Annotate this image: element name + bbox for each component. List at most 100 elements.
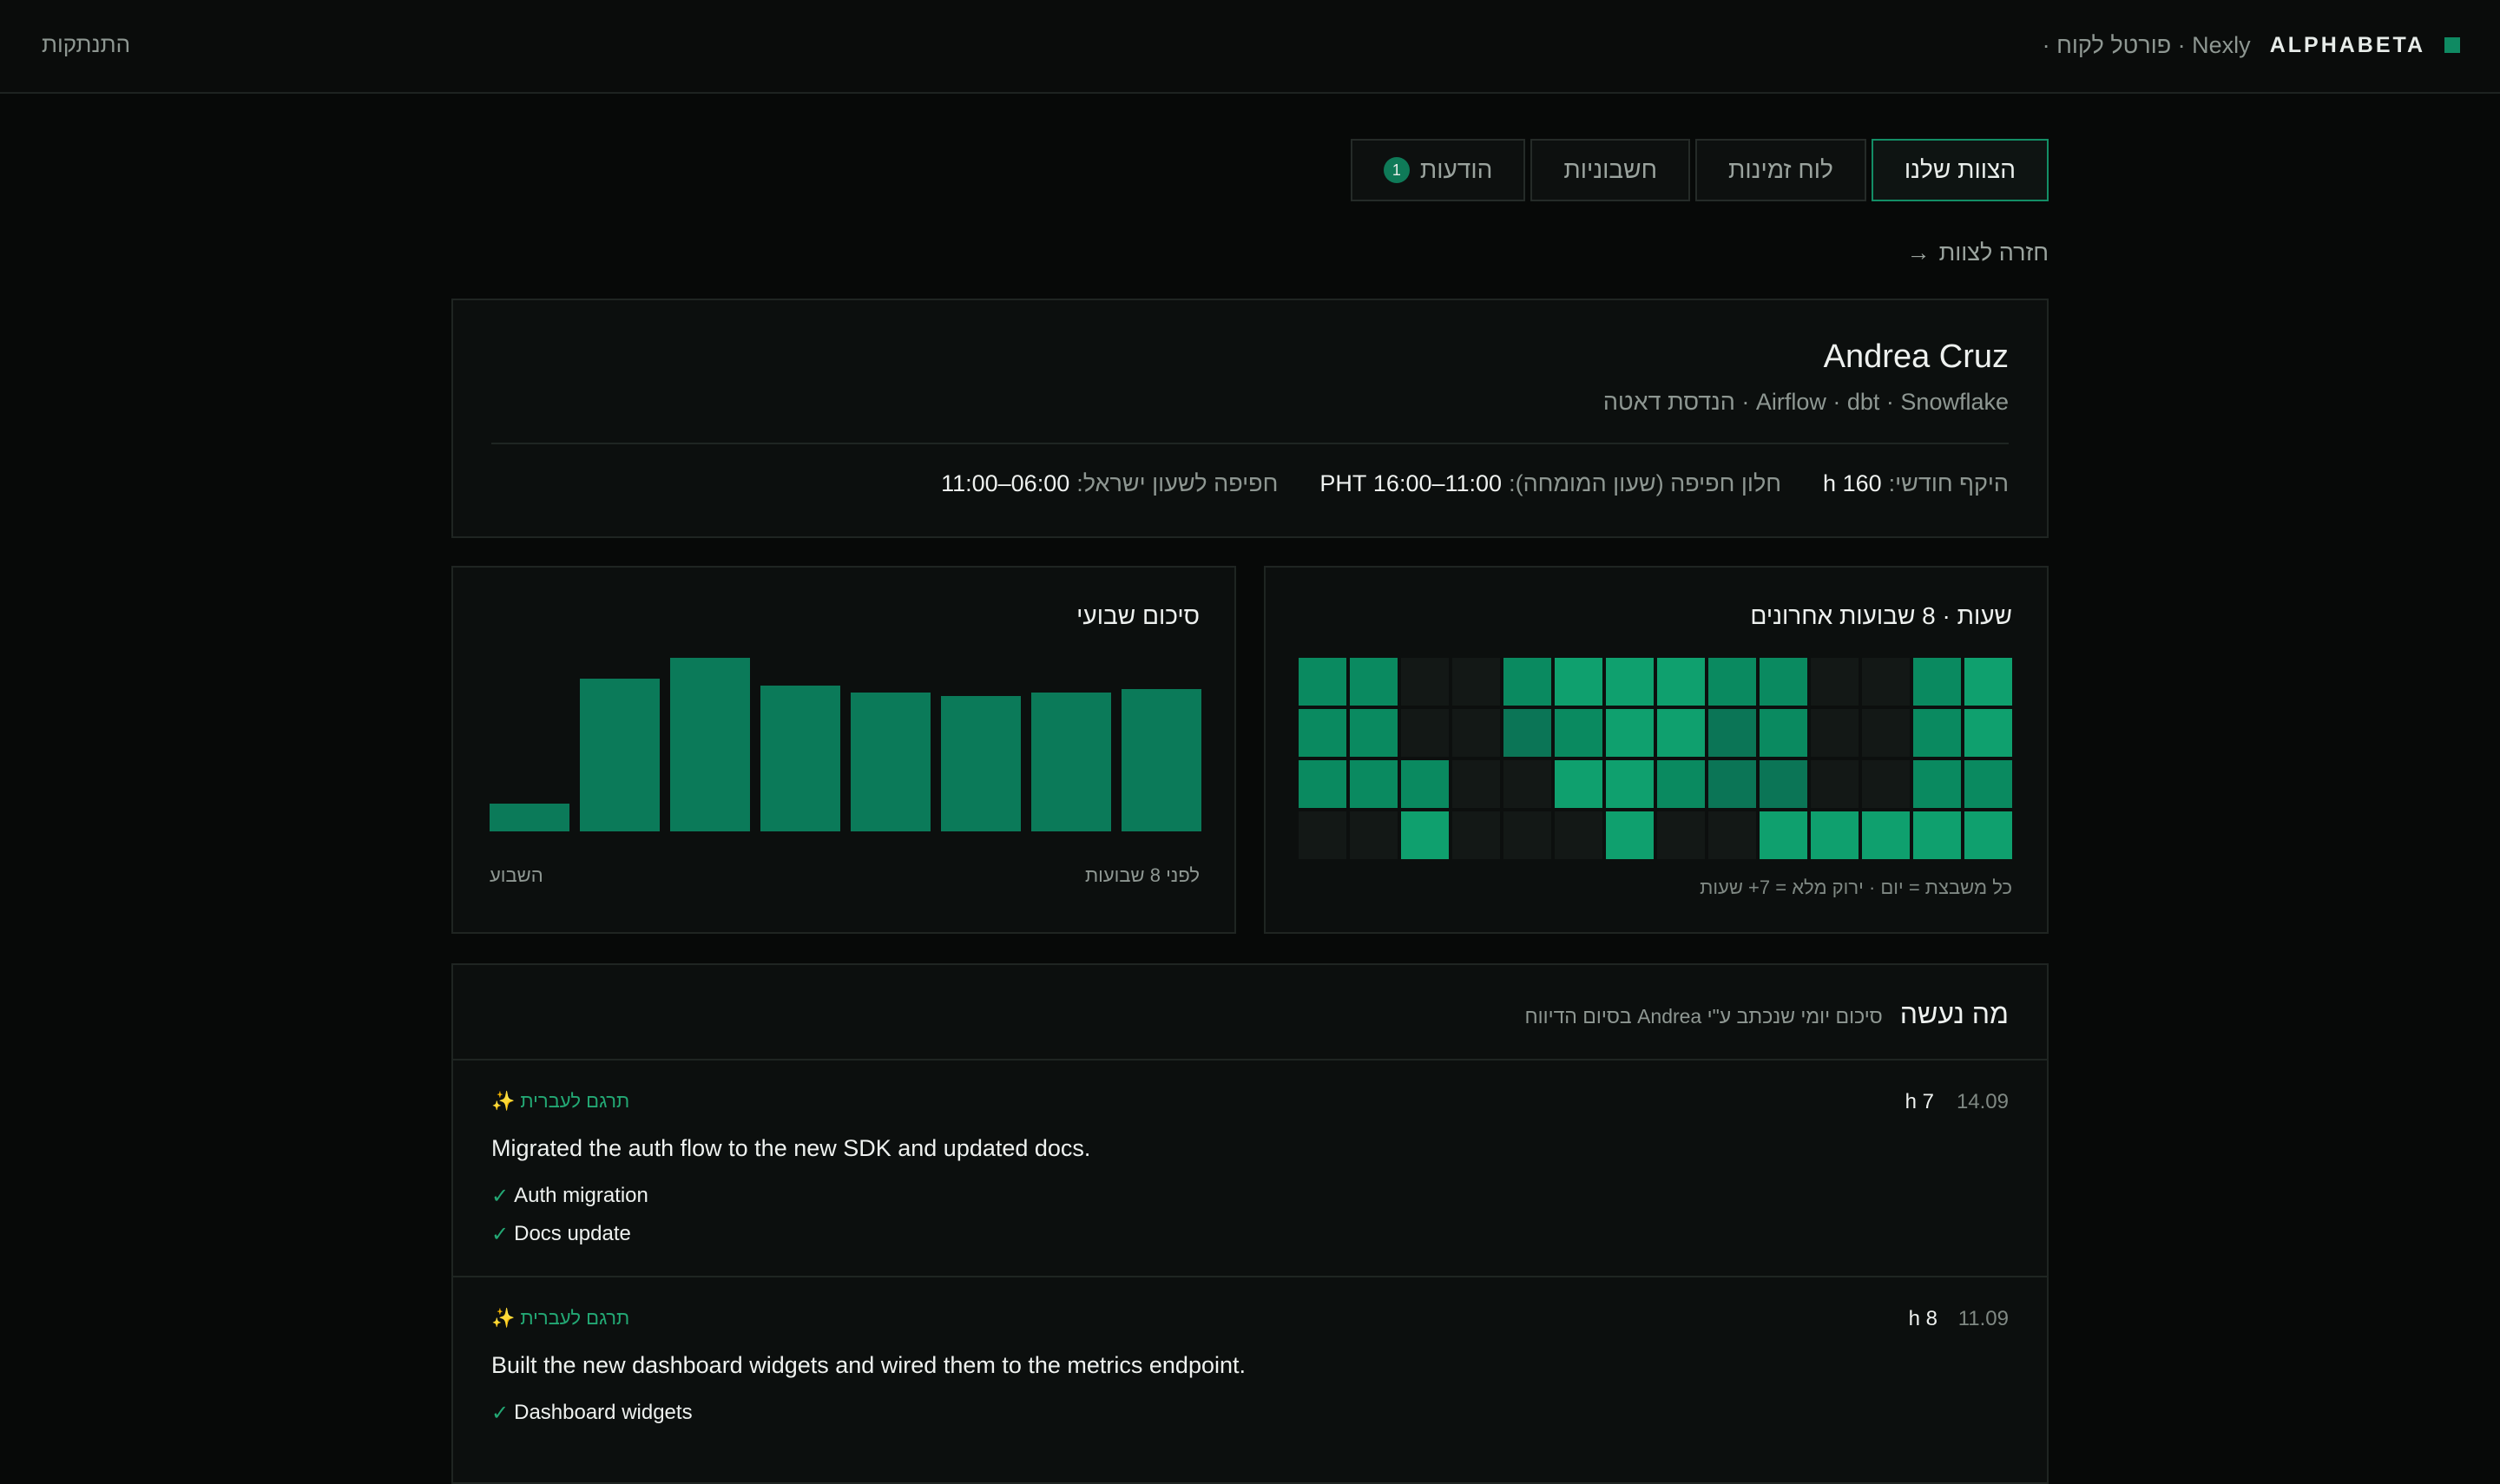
weekly-summary-card: סיכום שבועי לפני 8 שבועות השבוע: [451, 566, 1236, 934]
tab-label: חשבוניות: [1563, 156, 1658, 183]
weekly-title: סיכום שבועי: [1076, 602, 1200, 629]
back-to-team-link[interactable]: חזרה לצוות →: [1907, 240, 2049, 266]
heatmap-cell: [1708, 811, 1756, 859]
heatmap-cell: [1760, 709, 1807, 757]
check-icon: ✓: [491, 1402, 510, 1425]
heatmap-title: שעות · 8 שבועות אחרונים: [1750, 602, 2012, 629]
heatmap-grid: [1299, 658, 2012, 859]
heatmap-cell: [1452, 658, 1500, 706]
heatmap-cell: [1760, 658, 1807, 706]
translate-button[interactable]: תרגם לעברית ✨: [491, 1307, 629, 1330]
translate-label: תרגם לעברית: [520, 1307, 630, 1329]
heatmap-cell: [1503, 658, 1551, 706]
top-bar: ALPHABETA Nexly · פורטל לקוח · התנתקות: [0, 0, 2500, 94]
heatmap-cell: [1503, 760, 1551, 808]
tab-label: לוח זמינות: [1728, 156, 1833, 183]
overlap-window: חלון חפיפה (שעון המומחה): 11:00–16:00 PH…: [1319, 470, 1781, 497]
entry-date: 11.09: [1957, 1307, 2009, 1330]
check-icon: ✓: [491, 1223, 510, 1246]
main-tabs: הצוות שלנו לוח זמינות חשבוניות הודעות 1: [1350, 139, 2049, 201]
heatmap-cell: [1555, 658, 1602, 706]
heatmap-cell: [1964, 760, 2012, 808]
hours-heatmap-card: שעות · 8 שבועות אחרונים כל משבצת = יום ·…: [1264, 566, 2049, 934]
heatmap-cell: [1350, 658, 1398, 706]
tab-messages[interactable]: הודעות 1: [1350, 139, 1526, 201]
heatmap-cell: [1299, 709, 1346, 757]
heatmap-cell: [1811, 760, 1859, 808]
brand-logo-icon: [2444, 37, 2460, 53]
profile-card: Andrea Cruz Airflow · dbt · Snowflake · …: [451, 299, 2049, 538]
chart-label-start: לפני 8 שבועות: [1084, 864, 1200, 886]
heatmap-cell: [1606, 658, 1654, 706]
weekly-bar: [941, 696, 1021, 831]
portal-subtitle: Nexly · פורטל לקוח ·: [2042, 31, 2251, 58]
tab-invoices[interactable]: חשבוניות: [1530, 139, 1691, 201]
heatmap-cell: [1555, 709, 1602, 757]
entry-summary: Built the new dashboard widgets and wire…: [491, 1352, 1246, 1378]
entry-task-item: ✓ Dashboard widgets: [491, 1401, 693, 1426]
sparkle-icon: ✨: [491, 1307, 516, 1329]
heatmap-cell: [1555, 811, 1602, 859]
heatmap-cell: [1657, 709, 1705, 757]
weekly-bar: [1122, 689, 1201, 831]
heatmap-cell: [1503, 709, 1551, 757]
tab-label: הצוות שלנו: [1904, 156, 2016, 183]
heatmap-cell: [1452, 760, 1500, 808]
meta-label: חפיפה לשעון ישראל:: [1076, 470, 1279, 496]
tab-availability[interactable]: לוח זמינות: [1695, 139, 1866, 201]
task-label: Auth migration: [514, 1184, 648, 1207]
heatmap-cell: [1862, 760, 1910, 808]
expert-skills: Airflow · dbt · Snowflake · הנדסת דאטה: [1602, 389, 2009, 415]
heatmap-cell: [1708, 658, 1756, 706]
heatmap-cell: [1555, 760, 1602, 808]
brand: ALPHABETA Nexly · פורטל לקוח ·: [2043, 30, 2460, 61]
heatmap-cell: [1299, 658, 1346, 706]
weekly-bar: [490, 804, 569, 831]
heatmap-cell: [1606, 811, 1654, 859]
heatmap-cell: [1606, 709, 1654, 757]
heatmap-cell: [1811, 709, 1859, 757]
heatmap-cell: [1760, 760, 1807, 808]
work-log-card: מה נעשה סיכום יומי שנכתב ע"י Andrea בסיו…: [451, 963, 2049, 1484]
work-log-header: מה נעשה סיכום יומי שנכתב ע"י Andrea בסיו…: [1525, 998, 2010, 1030]
heatmap-cell: [1964, 658, 2012, 706]
divider: [453, 1276, 2047, 1277]
entry-hours: 8 h: [1908, 1307, 1938, 1330]
task-label: Docs update: [514, 1222, 631, 1245]
heatmap-cell: [1401, 709, 1449, 757]
task-label: Dashboard widgets: [514, 1401, 693, 1424]
heatmap-cell: [1503, 811, 1551, 859]
entry-date: 14.09: [1956, 1090, 2009, 1113]
tab-label: הודעות: [1419, 156, 1493, 183]
check-icon: ✓: [491, 1185, 510, 1208]
sparkle-icon: ✨: [491, 1090, 516, 1112]
weekly-bar: [670, 658, 750, 831]
monthly-scope: היקף חודשי: 160 h: [1823, 470, 2009, 497]
heatmap-cell: [1299, 811, 1346, 859]
heatmap-cell: [1657, 811, 1705, 859]
heatmap-cell: [1913, 658, 1961, 706]
weekly-bar: [1031, 693, 1111, 831]
heatmap-cell: [1452, 709, 1500, 757]
tab-our-team[interactable]: הצוות שלנו: [1871, 139, 2049, 201]
heatmap-cell: [1401, 658, 1449, 706]
work-log-subtitle: סיכום יומי שנכתב ע"י Andrea בסיום הדיווח: [1524, 1005, 1883, 1028]
heatmap-cell: [1401, 760, 1449, 808]
heatmap-cell: [1350, 760, 1398, 808]
translate-label: תרגם לעברית: [520, 1090, 630, 1112]
divider: [453, 1059, 2047, 1060]
divider: [491, 443, 2009, 444]
heatmap-cell: [1913, 709, 1961, 757]
heatmap-cell: [1708, 709, 1756, 757]
back-link-label: חזרה לצוות: [1938, 240, 2049, 266]
translate-button[interactable]: תרגם לעברית ✨: [491, 1090, 629, 1113]
logout-link[interactable]: התנתקות: [42, 31, 130, 58]
heatmap-cell: [1913, 760, 1961, 808]
israel-overlap: חפיפה לשעון ישראל: 06:00–11:00: [941, 470, 1278, 497]
chart-label-end: השבוע: [490, 864, 543, 886]
brand-name: ALPHABETA: [2269, 32, 2425, 57]
heatmap-cell: [1964, 709, 2012, 757]
heatmap-cell: [1708, 760, 1756, 808]
heatmap-cell: [1401, 811, 1449, 859]
arrow-right-icon: →: [1906, 240, 1931, 266]
